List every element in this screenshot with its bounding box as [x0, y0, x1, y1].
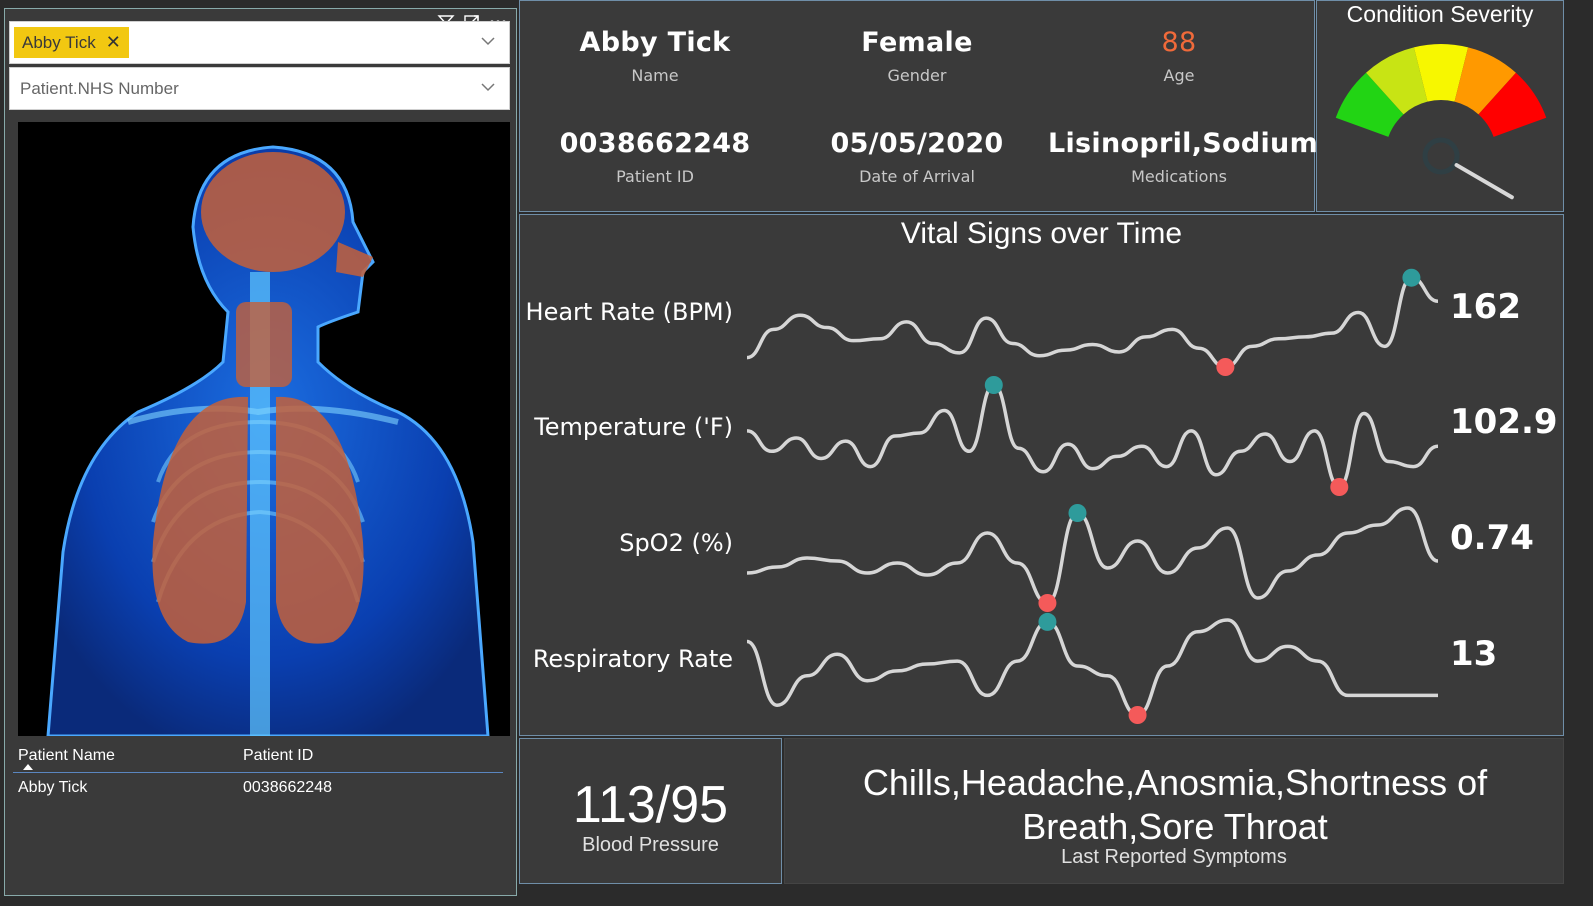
patient-table: Patient Name Patient ID Abby Tick 003866…: [13, 739, 503, 803]
nhs-number-slicer[interactable]: Patient.NHS Number: [9, 67, 510, 110]
table-row[interactable]: Abby Tick 0038662248: [13, 773, 503, 803]
symptoms-label: Last Reported Symptoms: [1061, 846, 1287, 868]
gauge-hub: [1422, 137, 1460, 175]
kpi-patient-id: 0038662248 Patient ID: [524, 128, 786, 186]
gauge-title: Condition Severity: [1346, 1, 1534, 27]
vital-label-respiratory-rate: Respiratory Rate: [532, 645, 733, 673]
cell-patient-id: 0038662248: [243, 779, 332, 796]
kpi-name-value: Abby Tick: [579, 27, 731, 58]
kpi-patient-id-value: 0038662248: [559, 128, 751, 159]
chevron-down-icon[interactable]: [481, 34, 495, 48]
vital-label-spo2: SpO2 (%): [619, 529, 733, 557]
blood-pressure-value: 113/95: [572, 776, 729, 834]
blood-pressure-label: Blood Pressure: [582, 834, 719, 856]
table-header: Patient Name Patient ID: [13, 739, 503, 773]
kpi-arrival: 05/05/2020 Date of Arrival: [786, 128, 1048, 186]
sparkline-min-marker[interactable]: [1128, 706, 1147, 724]
vital-value-spo2: 0.74: [1450, 518, 1534, 558]
sparkline-path: [746, 383, 1439, 489]
column-header-patient-id[interactable]: Patient ID: [243, 747, 493, 765]
sparkline-max-marker[interactable]: [1068, 504, 1087, 522]
patient-info-card: Abby Tick Name Female Gender 88 Age 0038…: [519, 0, 1360, 212]
kpi-age-label: Age: [1163, 66, 1195, 85]
severity-gauge: [1335, 44, 1547, 200]
vital-signs-card: Vital Signs over Time Heart Rate (BPM) 1…: [519, 214, 1564, 736]
blood-pressure-card: 113/95 Blood Pressure: [519, 738, 782, 884]
vital-value-respiratory-rate: 13: [1450, 634, 1498, 674]
kpi-medications-label: Medications: [1131, 167, 1227, 186]
kpi-gender: Female Gender: [786, 27, 1048, 85]
patient-name-slicer[interactable]: Abby Tick ✕: [9, 21, 510, 64]
selected-patient-chip[interactable]: Abby Tick ✕: [14, 27, 129, 58]
kpi-name-label: Name: [631, 66, 679, 85]
chevron-down-icon[interactable]: [481, 80, 495, 94]
kpi-name: Abby Tick Name: [524, 27, 786, 85]
anatomy-xray-image: [18, 122, 510, 736]
symptoms-value: Chills,Headache,Anosmia,Shortness of Bre…: [862, 762, 1488, 847]
kpi-age-value: 88: [1161, 27, 1197, 58]
chip-label: Abby Tick: [22, 33, 96, 52]
sparkline-path: [746, 618, 1438, 717]
vital-value-heart-rate: 162: [1450, 287, 1521, 327]
condition-severity-card: Condition Severity: [1316, 0, 1564, 212]
kpi-medications-value: Lisinopril,Sodium ...: [1048, 128, 1360, 159]
kpi-age: 88 Age: [1048, 27, 1310, 85]
column-header-patient-name[interactable]: Patient Name: [13, 747, 243, 765]
sparkline-min-marker[interactable]: [1330, 478, 1349, 496]
nhs-number-placeholder: Patient.NHS Number: [20, 79, 179, 98]
sparkline-max-marker[interactable]: [984, 376, 1003, 394]
vital-label-heart-rate: Heart Rate (BPM): [525, 298, 733, 326]
kpi-patient-id-label: Patient ID: [616, 167, 694, 186]
cell-patient-name: Abby Tick: [18, 779, 88, 796]
kpi-arrival-label: Date of Arrival: [859, 167, 975, 186]
sparkline-path: [746, 275, 1439, 369]
sort-ascending-icon: [23, 764, 33, 770]
sparkline-max-marker[interactable]: [1402, 268, 1421, 287]
kpi-gender-value: Female: [861, 27, 973, 58]
sparkline-max-marker[interactable]: [1038, 612, 1057, 631]
sparkline-min-marker[interactable]: [1038, 594, 1057, 612]
kpi-arrival-value: 05/05/2020: [830, 128, 1004, 159]
vital-value-temperature: 102.9: [1450, 402, 1558, 442]
sparkline-min-marker[interactable]: [1216, 358, 1235, 376]
clear-selection-icon[interactable]: ✕: [106, 27, 121, 58]
kpi-gender-label: Gender: [887, 66, 947, 85]
patient-filter-panel: Abby Tick ✕ Patient.NHS Number Patient N…: [4, 8, 517, 896]
kpi-medications: Lisinopril,Sodium ... Medications: [1048, 128, 1360, 186]
symptoms-card: Chills,Headache,Anosmia,Shortness of Bre…: [784, 738, 1564, 884]
vital-label-temperature: Temperature ('F): [534, 413, 733, 441]
sparkline-path: [746, 506, 1439, 605]
gauge-needle: [1454, 163, 1514, 200]
